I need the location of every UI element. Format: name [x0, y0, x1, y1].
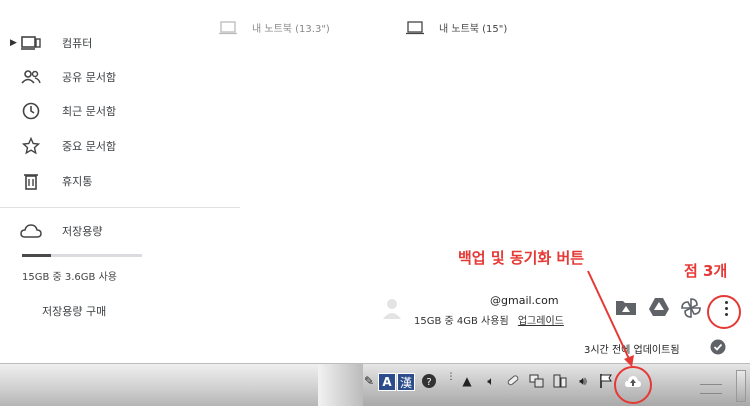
laptop-icon	[219, 20, 237, 34]
computer-icon	[20, 32, 42, 54]
pill-icon[interactable]	[504, 372, 522, 390]
device-item-laptop-15[interactable]: 내 노트북 (15")	[405, 20, 507, 35]
sidebar-item-label: 컴퓨터	[62, 37, 93, 50]
device-label: 내 노트북 (13.3")	[252, 24, 330, 35]
buy-storage-link[interactable]: 저장용량 구매	[42, 303, 106, 319]
volume-icon[interactable]: 🔈︎	[482, 372, 500, 390]
help-icon[interactable]: ?	[420, 372, 438, 390]
taskbar-divider	[318, 364, 363, 406]
sidebar-item-computer[interactable]: ▶ 컴퓨터	[10, 28, 210, 58]
popup-usage-row: 15GB 중 4GB 사용됨 업그레이드	[414, 312, 564, 327]
check-circle-icon	[710, 339, 726, 359]
people-icon	[20, 66, 42, 88]
device-item-laptop-13[interactable]: 내 노트북 (13.3")	[218, 20, 330, 35]
account-email: @gmail.com	[490, 294, 559, 307]
show-hidden-icons-arrow[interactable]: ▲	[458, 372, 476, 390]
device-label: 내 노트북 (15")	[439, 24, 508, 35]
avatar[interactable]	[383, 297, 401, 325]
sidebar-item-trash[interactable]: 휴지통	[10, 166, 210, 196]
show-desktop-button[interactable]	[736, 370, 746, 402]
storage-bar-fill	[22, 254, 51, 257]
google-photos-icon[interactable]	[680, 297, 702, 323]
backup-sync-popup: @gmail.com 15GB 중 4GB 사용됨 업그레이드 3시간 전에 업…	[365, 280, 750, 362]
svg-text:?: ?	[426, 377, 431, 388]
clock-area[interactable]	[700, 384, 722, 394]
sidebar-item-storage[interactable]: 저장용량	[10, 216, 210, 246]
annotation-three-dots-label: 점 3개	[684, 262, 728, 280]
sidebar-item-label: 중요 문서함	[62, 140, 117, 153]
sidebar-item-label: 휴지통	[62, 175, 93, 188]
storage-usage-text: 15GB 중 3.6GB 사용	[22, 272, 117, 283]
trash-icon	[20, 170, 42, 192]
ime-tool-icon[interactable]: ✎	[360, 372, 378, 390]
taskbar-left-area	[0, 364, 350, 406]
clock-icon	[20, 100, 42, 122]
star-icon	[20, 135, 42, 157]
sidebar-item-starred[interactable]: 중요 문서함	[10, 131, 210, 161]
ime-hanja-button[interactable]: 漢	[397, 373, 415, 391]
upgrade-link[interactable]: 업그레이드	[518, 316, 564, 327]
annotation-arrow	[587, 270, 634, 367]
expand-arrow-icon[interactable]: ▶	[10, 38, 18, 48]
sidebar-item-label: 최근 문서함	[62, 105, 117, 118]
divider	[0, 207, 240, 208]
sidebar-item-label: 저장용량	[62, 225, 103, 238]
google-drive-icon[interactable]	[648, 297, 670, 321]
ime-mode-a-button[interactable]: A	[378, 373, 396, 391]
annotation-circle-dots	[707, 295, 741, 329]
sidebar-item-recent[interactable]: 최근 문서함	[10, 96, 210, 126]
laptop-icon	[406, 20, 424, 34]
storage-bar	[22, 254, 142, 257]
sidebar-item-label: 공유 문서함	[62, 71, 117, 84]
network-icon[interactable]	[528, 372, 546, 390]
popup-usage-text: 15GB 중 4GB 사용됨	[414, 316, 509, 327]
sidebar-item-shared[interactable]: 공유 문서함	[10, 62, 210, 92]
cloud-icon	[20, 220, 42, 242]
